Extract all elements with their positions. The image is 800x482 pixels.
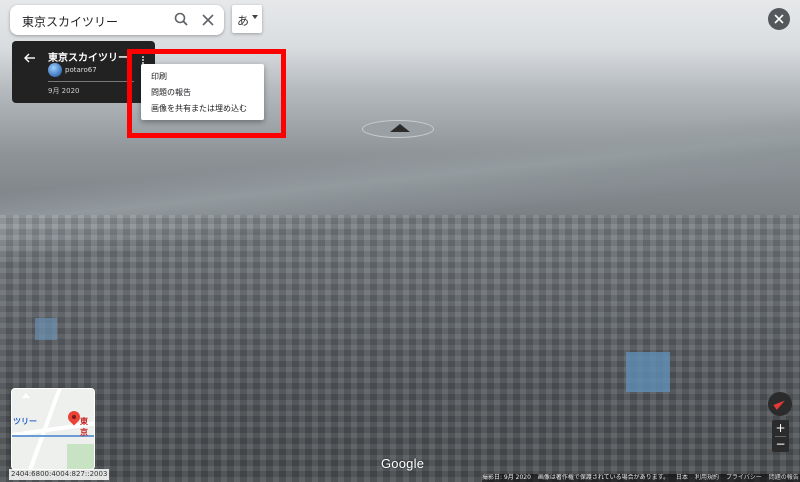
options-menu: 印刷 問題の報告 画像を共有または埋め込む [141, 64, 264, 120]
search-input[interactable]: 東京スカイツリー [22, 13, 118, 30]
zoom-control: + − [772, 420, 789, 452]
menu-item-report-problem[interactable]: 問題の報告 [151, 87, 191, 98]
minimap[interactable]: ツリー 東京 [11, 388, 95, 470]
close-icon[interactable] [768, 8, 790, 30]
clear-search-icon[interactable] [198, 10, 218, 30]
chevron-down-icon [252, 15, 258, 19]
capture-date: 9月 2020 [48, 87, 80, 95]
compass-icon[interactable] [768, 392, 792, 416]
map-label: ツリー [13, 417, 37, 426]
compass-needle [773, 398, 787, 410]
search-box[interactable]: 東京スカイツリー [10, 5, 224, 35]
copyright-notice: 画像は著作権で保護されている場合があります。 [537, 474, 670, 481]
capture-date-footer: 撮影日: 9月 2020 [482, 474, 531, 481]
attribution-bar: 撮影日: 9月 2020 画像は著作権で保護されている場合があります。 日本 利… [482, 474, 800, 482]
divider [48, 81, 134, 82]
input-tools-button[interactable]: あ [232, 5, 262, 33]
pool-area [626, 352, 670, 392]
map-label: 東京 [80, 417, 88, 437]
input-tools-label: あ [237, 14, 250, 28]
pool-area [35, 318, 57, 340]
navigation-arrow-icon[interactable] [390, 124, 410, 132]
footer-link-privacy[interactable]: プライバシー [726, 474, 762, 481]
footer-link-country[interactable]: 日本 [676, 474, 688, 481]
search-icon[interactable] [172, 10, 192, 30]
location-pin-dot [72, 415, 76, 419]
map-park [67, 444, 94, 469]
footer-link-terms[interactable]: 利用規約 [695, 474, 719, 481]
city-blocks [0, 215, 800, 482]
google-logo: Google [381, 456, 425, 471]
street-view-info-card: 東京スカイツリー potaro67 9月 2020 [12, 41, 155, 103]
footer-link-report[interactable]: 問題の報告 [769, 474, 799, 481]
zoom-out-button[interactable]: − [772, 436, 789, 452]
menu-item-share-embed[interactable]: 画像を共有または埋め込む [151, 103, 247, 114]
menu-item-print[interactable]: 印刷 [151, 71, 167, 82]
author-name[interactable]: potaro67 [65, 66, 97, 74]
place-title: 東京スカイツリー [48, 53, 128, 64]
expand-map-icon[interactable] [22, 393, 30, 398]
back-arrow-icon[interactable] [23, 50, 37, 64]
avatar[interactable] [48, 63, 62, 77]
zoom-in-button[interactable]: + [772, 420, 789, 436]
coordinate-readout: 2404:6800:4004:827::2003 [9, 469, 110, 480]
